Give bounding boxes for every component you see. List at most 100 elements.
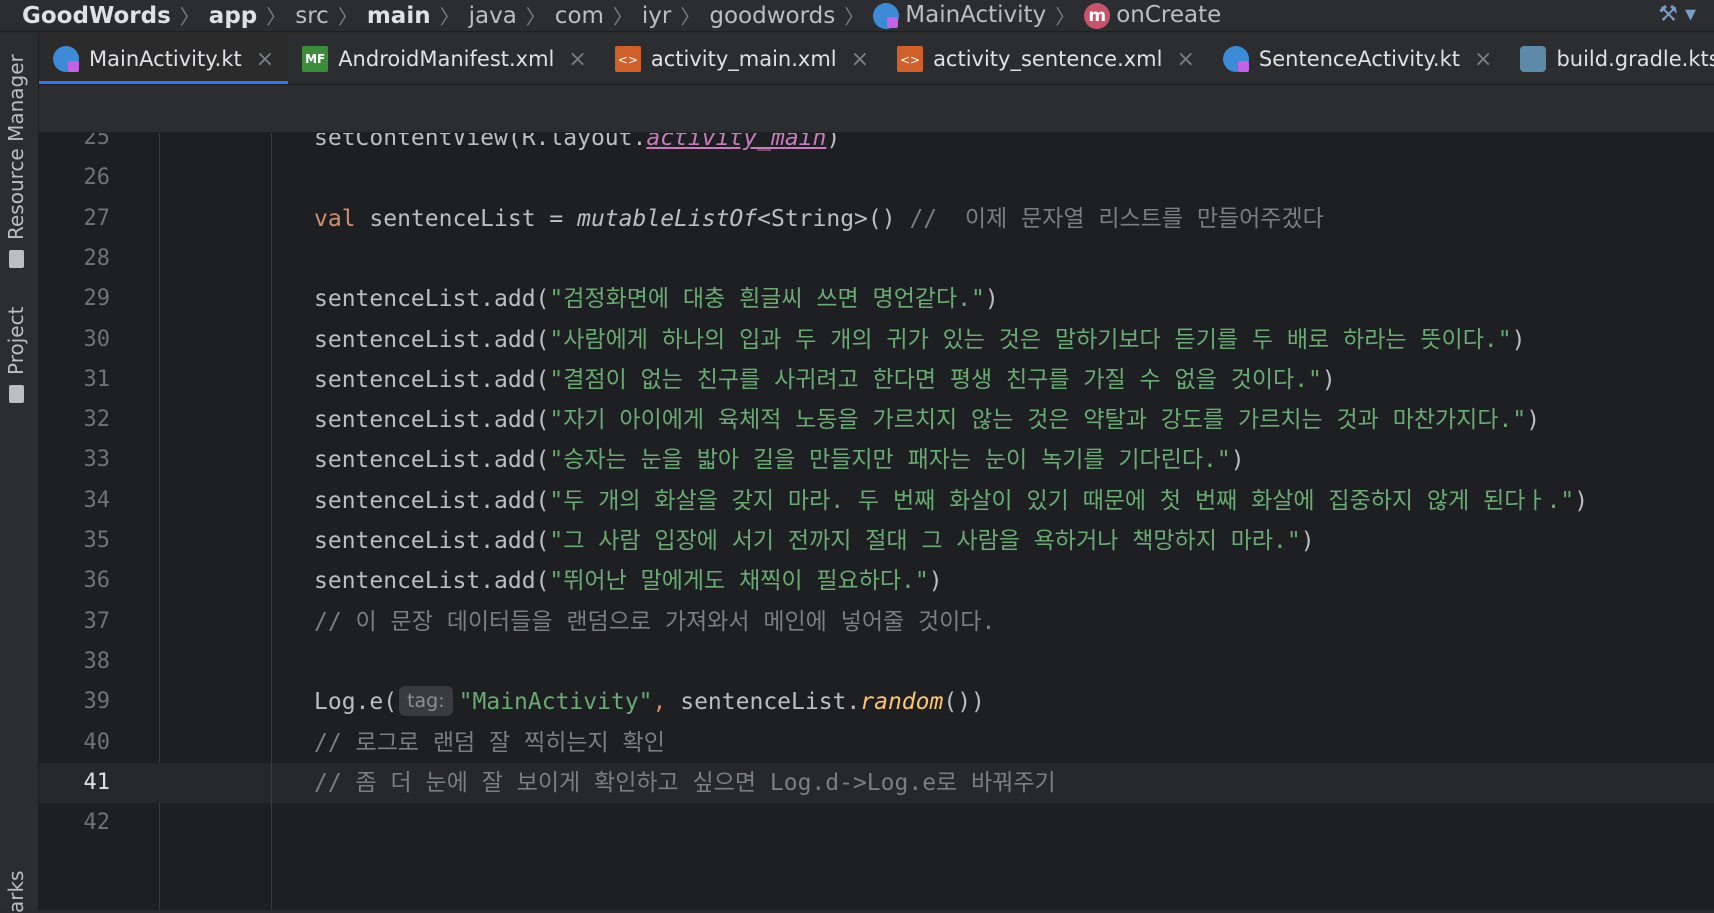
close-icon[interactable]: × — [1474, 47, 1492, 72]
gradle-icon — [1520, 46, 1547, 72]
code-text: setContentView(R.layout.activity_main) — [314, 133, 840, 158]
code-token: "사람에게 하나의 입과 두 개의 귀가 있는 것은 말하기보다 듣기를 두 배… — [549, 326, 1512, 353]
breadcrumb-label: main — [366, 2, 431, 29]
code-token: "검정화면에 대충 흰글씨 쓰면 명언같다." — [549, 286, 985, 313]
code-line[interactable]: 25 setContentView(R.layout.activity_main) — [39, 133, 1714, 158]
code-token: sentenceList.add( — [314, 326, 550, 353]
code-token: ()) — [943, 689, 985, 716]
code-token: "MainActivity" — [458, 689, 653, 716]
breadcrumb-separator: 〉 — [612, 5, 633, 29]
breadcrumb-item[interactable]: iyr — [642, 3, 671, 29]
code-area[interactable]: 25 setContentView(R.layout.activity_main)… — [39, 133, 1714, 910]
code-token: sentenceList.add( — [314, 366, 550, 393]
code-token: ) — [1511, 326, 1526, 353]
code-token: "승자는 눈을 밟아 길을 만들지만 패자는 눈이 녹기를 기다린다." — [549, 447, 1231, 474]
editor-toolbar — [39, 85, 1714, 133]
code-token: random — [860, 689, 944, 716]
code-text: sentenceList.add("뛰어난 말에게도 채찍이 필요하다.") — [314, 561, 943, 601]
code-text: sentenceList.add("검정화면에 대충 흰글씨 쓰면 명언같다."… — [314, 279, 999, 319]
breadcrumb-label: goodwords — [709, 2, 836, 29]
line-number: 41 — [83, 769, 111, 795]
code-line[interactable]: 39 Log.e(tag: "MainActivity", sentenceList… — [39, 682, 1714, 722]
code-token: "뛰어난 말에게도 채찍이 필요하다." — [549, 568, 929, 595]
editor-tabs: MainActivity.kt × MF AndroidManifest.xml × <>… — [39, 33, 1714, 85]
code-line[interactable]: 35 sentenceList.add("그 사람 입장에 서기 전까지 절대 그… — [39, 521, 1714, 561]
build-tools-icon[interactable]: ⚒ ▾ — [1658, 2, 1696, 27]
code-token: ) — [1230, 447, 1245, 474]
line-number: 39 — [83, 689, 111, 715]
line-number: 38 — [83, 648, 111, 674]
code-text: sentenceList.add("승자는 눈을 밟아 길을 만들지만 패자는 … — [314, 440, 1245, 480]
breadcrumb-label: src — [295, 2, 329, 29]
breadcrumb-item[interactable]: MainActivity — [873, 2, 1046, 29]
code-text: sentenceList.add("자기 아이에게 육체적 노동을 가르치지 않… — [314, 400, 1540, 440]
code-line[interactable]: 42 — [39, 803, 1714, 843]
editor-tab[interactable]: MainActivity.kt × — [39, 33, 289, 84]
breadcrumb-item[interactable]: com — [555, 3, 604, 29]
breadcrumb-item[interactable]: app — [209, 3, 257, 29]
breadcrumb-item[interactable]: GoodWords — [22, 3, 171, 29]
close-icon[interactable]: × — [568, 47, 586, 72]
code-token: sentenceList.add( — [314, 286, 550, 313]
code-line[interactable]: 37 // 이 문장 데이터들을 랜덤으로 가져와서 메인에 넣어줄 것이다. — [39, 602, 1714, 642]
code-text: // 이 문장 데이터들을 랜덤으로 가져와서 메인에 넣어줄 것이다. — [314, 602, 995, 642]
editor-tab[interactable]: <> activity_main.xml × — [601, 33, 883, 84]
code-line[interactable]: 38 — [39, 642, 1714, 682]
code-token: ) — [984, 286, 999, 313]
code-line[interactable]: 41 // 좀 더 눈에 잘 보이게 확인하고 싶으면 Log.d->Log.e로… — [39, 762, 1714, 804]
code-token: , — [652, 689, 681, 716]
breadcrumb-separator: 〉 — [680, 5, 701, 29]
editor-tab[interactable]: build.gradle.kts — [1506, 33, 1714, 84]
breadcrumb: GoodWords 〉 app 〉 src 〉 main 〉 java 〉 com 〉 iyr 〉 good… — [0, 0, 1714, 32]
bookmarks-tab[interactable]: arks — [4, 871, 28, 913]
code-token: sentenceList.add( — [314, 568, 550, 595]
breadcrumb-separator: 〉 — [525, 5, 546, 29]
code-line[interactable]: 36 sentenceList.add("뛰어난 말에게도 채찍이 필요하다.") — [39, 561, 1714, 601]
code-line[interactable]: 34 sentenceList.add("두 개의 화살을 갖지 마라. 두 번째… — [39, 481, 1714, 521]
close-icon[interactable]: × — [256, 47, 274, 72]
code-token: ) — [928, 568, 943, 595]
breadcrumb-item[interactable]: src — [295, 3, 329, 29]
close-icon[interactable]: × — [851, 47, 869, 72]
line-number: 32 — [83, 407, 111, 433]
code-line[interactable]: 30 sentenceList.add("사람에게 하나의 입과 두 개의 귀가 … — [39, 320, 1714, 360]
editor-tab[interactable]: SentenceActivity.kt × — [1209, 33, 1507, 84]
editor-tab-label: activity_sentence.xml — [933, 47, 1163, 71]
breadcrumb-label: onCreate — [1116, 2, 1222, 29]
code-token: "그 사람 입장에 서기 전까지 절대 그 사람을 욕하거나 책망하지 마라." — [549, 528, 1301, 554]
breadcrumb-item[interactable]: goodwords — [709, 3, 835, 29]
code-line[interactable]: 32 sentenceList.add("자기 아이에게 육체적 노동을 가르치지… — [39, 400, 1714, 440]
code-line[interactable]: 33 sentenceList.add("승자는 눈을 밟아 길을 만들지만 패자… — [39, 440, 1714, 480]
code-line[interactable]: 28 — [39, 239, 1714, 279]
breadcrumb-item[interactable]: main — [367, 3, 431, 29]
line-number: 27 — [83, 205, 111, 231]
editor-tab-label: MainActivity.kt — [89, 47, 242, 71]
breadcrumb-label: app — [208, 2, 258, 29]
code-line[interactable]: 40 // 로그로 랜덤 잘 찍히는지 확인 — [39, 723, 1714, 763]
code-line[interactable]: 26 — [39, 158, 1714, 198]
editor-tab-label: SentenceActivity.kt — [1258, 47, 1461, 71]
code-editor[interactable]: 25 setContentView(R.layout.activity_main)… — [39, 133, 1714, 910]
code-token: Log.e( — [314, 689, 398, 716]
breadcrumb-item[interactable]: m onCreate — [1084, 2, 1221, 29]
code-token: "자기 아이에게 육체적 노동을 가르치지 않는 것은 약탈과 강도를 가르치는… — [549, 407, 1527, 434]
editor-tab[interactable]: <> activity_sentence.xml × — [883, 33, 1209, 84]
line-number: 29 — [83, 286, 111, 312]
breadcrumb-item[interactable]: java — [469, 3, 517, 29]
resource-manager-tab[interactable]: Resource Manager — [4, 54, 28, 268]
code-text: // 로그로 랜덤 잘 찍히는지 확인 — [314, 723, 665, 763]
code-token: ) — [1574, 487, 1589, 514]
code-text: sentenceList.add("결점이 없는 친구를 사귀려고 한다면 평생… — [314, 360, 1336, 400]
project-tab[interactable]: Project — [4, 307, 28, 403]
line-number: 42 — [83, 810, 111, 836]
code-line[interactable]: 29 sentenceList.add("검정화면에 대충 흰글씨 쓰면 명언같다… — [39, 279, 1714, 319]
code-line[interactable]: 31 sentenceList.add("결점이 없는 친구를 사귀려고 한다면 … — [39, 360, 1714, 400]
editor-tab[interactable]: MF AndroidManifest.xml × — [288, 33, 601, 84]
method-icon: m — [1084, 2, 1111, 29]
code-token: // 로그로 랜덤 잘 찍히는지 확인 — [314, 729, 665, 756]
code-line[interactable]: 27 val sentenceList = mutableListOf<Strin… — [39, 199, 1714, 239]
line-number: 26 — [83, 165, 111, 191]
line-number: 36 — [83, 568, 111, 594]
close-icon[interactable]: × — [1176, 47, 1194, 72]
editor-tab-label: activity_main.xml — [650, 47, 837, 71]
